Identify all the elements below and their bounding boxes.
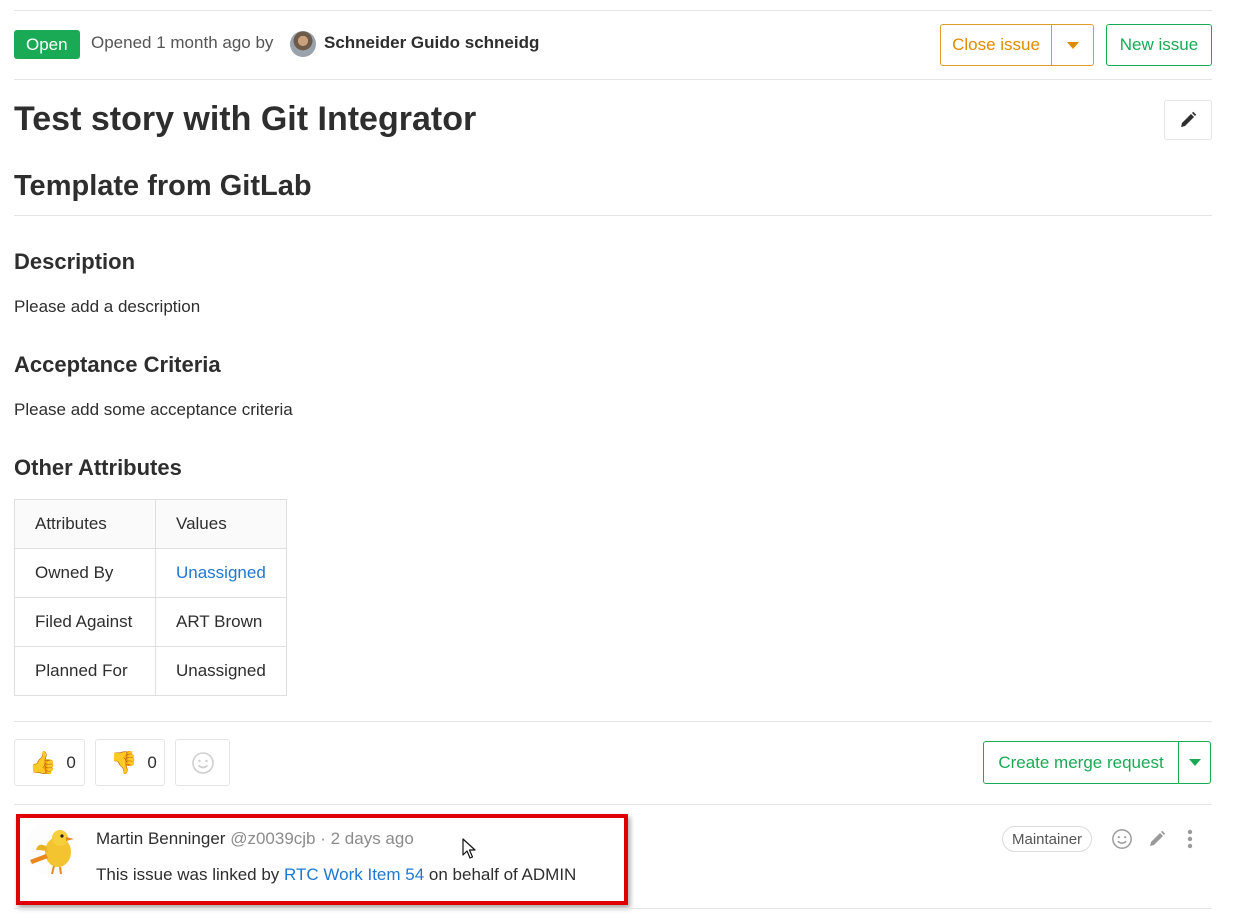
note-edit-button[interactable] — [1144, 826, 1170, 852]
close-issue-dropdown-toggle[interactable] — [1051, 24, 1094, 66]
table-cell-value: Unassigned — [155, 646, 287, 696]
thumbs-up-award-button[interactable]: 👍 0 — [14, 739, 85, 786]
caret-down-icon — [1066, 41, 1079, 49]
table-header-row: Attributes Values — [14, 499, 287, 549]
annotation-highlight-box — [16, 814, 628, 905]
mouse-cursor-icon — [462, 838, 476, 859]
issue-title: Test story with Git Integrator — [14, 100, 477, 138]
other-attributes-heading: Other Attributes — [14, 455, 182, 480]
pencil-icon — [1181, 111, 1197, 127]
table-cell-attribute: Owned By — [14, 548, 156, 598]
edit-title-button[interactable] — [1164, 100, 1212, 140]
thumbs-up-count: 0 — [66, 752, 76, 772]
table-cell-value-link[interactable]: Unassigned — [155, 548, 287, 598]
description-text: Please add a description — [14, 297, 201, 316]
thumbs-down-count: 0 — [147, 752, 157, 772]
table-header-attributes: Attributes — [14, 499, 156, 549]
smiley-icon — [1112, 829, 1132, 849]
kebab-menu-icon — [1187, 829, 1193, 849]
table-cell-attribute: Filed Against — [14, 597, 156, 647]
top-divider — [14, 10, 1212, 11]
table-cell-attribute: Planned For — [14, 646, 156, 696]
table-row: Filed Against ART Brown — [14, 597, 287, 647]
notes-divider — [14, 804, 1212, 805]
table-cell-value: ART Brown — [155, 597, 287, 647]
template-heading: Template from GitLab — [14, 170, 312, 202]
create-merge-request-dropdown[interactable] — [1178, 741, 1211, 784]
thumbs-up-icon: 👍 — [29, 749, 57, 775]
new-issue-button[interactable]: New issue — [1106, 24, 1212, 66]
author-link[interactable]: Schneider Guido schneidg — [324, 33, 539, 53]
template-heading-rule — [14, 215, 1212, 216]
role-badge: Maintainer — [1002, 826, 1093, 852]
note-more-actions-button[interactable] — [1177, 826, 1203, 852]
table-row: Owned By Unassigned — [14, 548, 287, 598]
description-heading: Description — [14, 249, 136, 274]
close-issue-button[interactable]: Close issue — [940, 24, 1052, 66]
acceptance-heading: Acceptance Criteria — [14, 352, 221, 377]
status-badge: Open — [14, 30, 80, 59]
opened-text: Opened 1 month ago by — [91, 33, 274, 52]
header-divider — [14, 79, 1212, 80]
table-header-values: Values — [155, 499, 287, 549]
note-bottom-divider — [14, 908, 1212, 909]
create-merge-request-button[interactable]: Create merge request — [983, 741, 1179, 784]
note-add-reaction-button[interactable] — [1109, 826, 1135, 852]
pencil-icon — [1150, 830, 1166, 846]
thumbs-down-icon: 👎 — [110, 749, 138, 775]
thumbs-down-award-button[interactable]: 👎 0 — [95, 739, 165, 786]
author-avatar[interactable] — [290, 31, 316, 57]
add-reaction-button[interactable] — [175, 739, 230, 786]
attributes-table: Attributes Values Owned By Unassigned Fi… — [14, 499, 287, 696]
acceptance-text: Please add some acceptance criteria — [14, 400, 293, 419]
awards-divider — [14, 721, 1212, 722]
table-row: Planned For Unassigned — [14, 646, 287, 696]
smiley-icon — [191, 751, 214, 774]
caret-down-icon — [1188, 759, 1201, 766]
